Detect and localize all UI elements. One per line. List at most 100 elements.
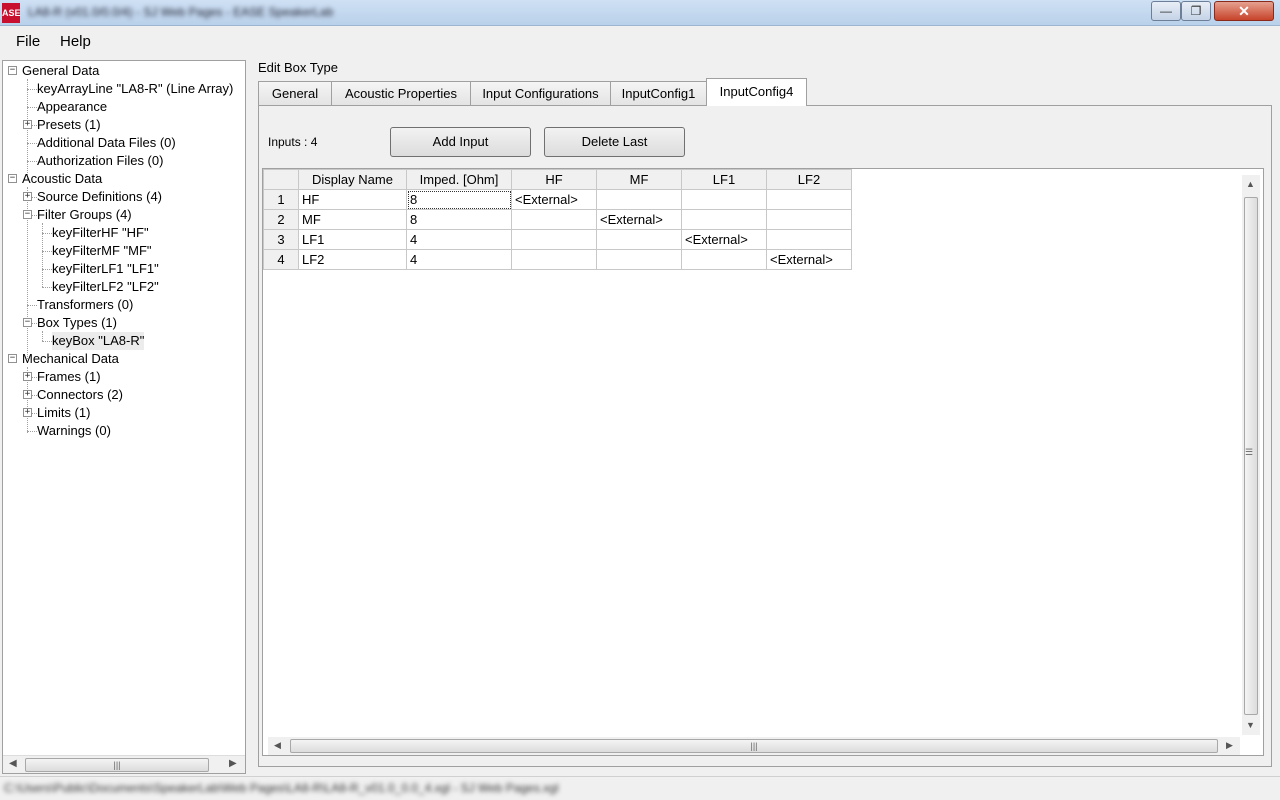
row-header[interactable]: 3 <box>263 229 299 250</box>
tree-item-general-data[interactable]: General Data <box>22 62 99 80</box>
status-bar: C:\Users\Public\Documents\SpeakerLab\Web… <box>0 776 1280 800</box>
scroll-down-icon[interactable]: ▼ <box>1246 720 1255 730</box>
scrollbar-thumb[interactable]: ||| <box>290 739 1218 753</box>
grid-header-row: Display Name Imped. [Ohm] HF MF LF1 LF2 <box>263 169 852 190</box>
grid-corner-cell[interactable] <box>263 169 299 190</box>
tree-item-additional-data-files[interactable]: Additional Data Files (0) <box>37 134 176 152</box>
input-config-grid: Display Name Imped. [Ohm] HF MF LF1 LF2 … <box>262 168 1264 756</box>
tab-general[interactable]: General <box>258 81 332 106</box>
tree-item-authorization-files[interactable]: Authorization Files (0) <box>37 152 163 170</box>
cell-lf2[interactable] <box>766 229 852 250</box>
collapse-icon[interactable]: − <box>8 174 17 183</box>
column-header-lf1[interactable]: LF1 <box>681 169 767 190</box>
cell-hf[interactable] <box>511 229 597 250</box>
tree-item-key-box[interactable]: keyBox "LA8-R" <box>52 332 145 350</box>
cell-imped[interactable]: 8 <box>406 209 512 230</box>
cell-display-name[interactable]: LF1 <box>298 229 407 250</box>
tree-item-connectors[interactable]: Connectors (2) <box>37 386 123 404</box>
column-header-lf2[interactable]: LF2 <box>766 169 852 190</box>
cell-mf[interactable] <box>596 249 682 270</box>
cell-mf[interactable]: <External> <box>596 209 682 230</box>
app-logo-icon: ASE <box>2 3 21 23</box>
cell-imped[interactable]: 4 <box>406 229 512 250</box>
tree-item-presets[interactable]: Presets (1) <box>37 116 101 134</box>
cell-hf[interactable] <box>511 209 597 230</box>
tree-item-source-definitions[interactable]: Source Definitions (4) <box>37 188 162 206</box>
column-header-hf[interactable]: HF <box>511 169 597 190</box>
tree-item-filter-mf[interactable]: keyFilterMF "MF" <box>52 242 152 260</box>
cell-display-name[interactable]: MF <box>298 209 407 230</box>
tree-item-filter-lf1[interactable]: keyFilterLF1 "LF1" <box>52 260 159 278</box>
tree-item-filter-groups[interactable]: Filter Groups (4) <box>37 206 132 224</box>
delete-last-button[interactable]: Delete Last <box>544 127 685 157</box>
cell-display-name[interactable]: HF <box>298 189 407 210</box>
cell-lf2[interactable] <box>766 209 852 230</box>
scroll-up-icon[interactable]: ▲ <box>1246 179 1255 189</box>
expand-icon[interactable]: + <box>23 120 32 129</box>
tab-acoustic-properties[interactable]: Acoustic Properties <box>331 81 471 106</box>
cell-lf1[interactable] <box>681 189 767 210</box>
table-row[interactable]: 1 HF 8 <External> <box>263 189 852 210</box>
tree-item-filter-lf2[interactable]: keyFilterLF2 "LF2" <box>52 278 159 296</box>
grid-horizontal-scrollbar[interactable]: ◀ ||| ▶ <box>268 737 1240 755</box>
tab-inputconfig1[interactable]: InputConfig1 <box>610 81 707 106</box>
scrollbar-thumb[interactable]: ||| <box>25 758 209 772</box>
expand-icon[interactable]: + <box>23 408 32 417</box>
cell-imped[interactable]: 4 <box>406 249 512 270</box>
cell-hf[interactable]: <External> <box>511 189 597 210</box>
scroll-left-icon[interactable]: ◀ <box>274 740 281 751</box>
navigation-tree: − General Data keyArrayLine "LA8-R" (Lin… <box>2 60 246 774</box>
row-header[interactable]: 1 <box>263 189 299 210</box>
tree-item-box-types[interactable]: Box Types (1) <box>37 314 117 332</box>
table-row[interactable]: 2 MF 8 <External> <box>263 209 852 230</box>
menu-file[interactable]: File <box>16 33 40 50</box>
tree-horizontal-scrollbar[interactable]: ◀ ||| ▶ <box>3 755 245 773</box>
expand-icon[interactable]: + <box>23 372 32 381</box>
maximize-button[interactable]: ❐ <box>1181 1 1211 21</box>
cell-lf1[interactable]: <External> <box>681 229 767 250</box>
table-row[interactable]: 3 LF1 4 <External> <box>263 229 852 250</box>
cell-mf[interactable] <box>596 229 682 250</box>
tree-item-warnings[interactable]: Warnings (0) <box>37 422 111 440</box>
collapse-icon[interactable]: − <box>8 66 17 75</box>
tree-item-key-array-line[interactable]: keyArrayLine "LA8-R" (Line Array) <box>37 80 233 98</box>
cell-lf1[interactable] <box>681 249 767 270</box>
scroll-right-icon[interactable]: ▶ <box>1226 740 1233 751</box>
tree-item-appearance[interactable]: Appearance <box>37 98 107 116</box>
collapse-icon[interactable]: − <box>23 318 32 327</box>
tree-item-filter-hf[interactable]: keyFilterHF "HF" <box>52 224 149 242</box>
collapse-icon[interactable]: − <box>23 210 32 219</box>
menu-bar: File Help <box>0 27 1280 55</box>
close-button[interactable]: ✕ <box>1214 1 1274 21</box>
cell-imped[interactable]: 8 <box>406 189 512 210</box>
column-header-display-name[interactable]: Display Name <box>298 169 407 190</box>
cell-display-name[interactable]: LF2 <box>298 249 407 270</box>
scroll-left-icon[interactable]: ◀ <box>9 758 17 769</box>
collapse-icon[interactable]: − <box>8 354 17 363</box>
row-header[interactable]: 2 <box>263 209 299 230</box>
cell-hf[interactable] <box>511 249 597 270</box>
tree-item-transformers[interactable]: Transformers (0) <box>37 296 133 314</box>
expand-icon[interactable]: + <box>23 390 32 399</box>
cell-lf2[interactable]: <External> <box>766 249 852 270</box>
minimize-button[interactable]: — <box>1151 1 1181 21</box>
tab-input-configurations[interactable]: Input Configurations <box>470 81 611 106</box>
tree-item-limits[interactable]: Limits (1) <box>37 404 90 422</box>
row-header[interactable]: 4 <box>263 249 299 270</box>
table-row[interactable]: 4 LF2 4 <External> <box>263 249 852 270</box>
cell-lf2[interactable] <box>766 189 852 210</box>
cell-lf1[interactable] <box>681 209 767 230</box>
cell-mf[interactable] <box>596 189 682 210</box>
editor-title: Edit Box Type <box>258 60 338 75</box>
tree-item-frames[interactable]: Frames (1) <box>37 368 101 386</box>
tree-item-acoustic-data[interactable]: Acoustic Data <box>22 170 102 188</box>
tree-item-mechanical-data[interactable]: Mechanical Data <box>22 350 119 368</box>
expand-icon[interactable]: + <box>23 192 32 201</box>
scroll-right-icon[interactable]: ▶ <box>229 758 237 769</box>
grid-vertical-scrollbar[interactable]: ▲ ☰ ▼ <box>1242 175 1260 735</box>
add-input-button[interactable]: Add Input <box>390 127 531 157</box>
column-header-imped[interactable]: Imped. [Ohm] <box>406 169 512 190</box>
tab-inputconfig4[interactable]: InputConfig4 <box>706 78 807 106</box>
menu-help[interactable]: Help <box>60 33 91 50</box>
column-header-mf[interactable]: MF <box>596 169 682 190</box>
